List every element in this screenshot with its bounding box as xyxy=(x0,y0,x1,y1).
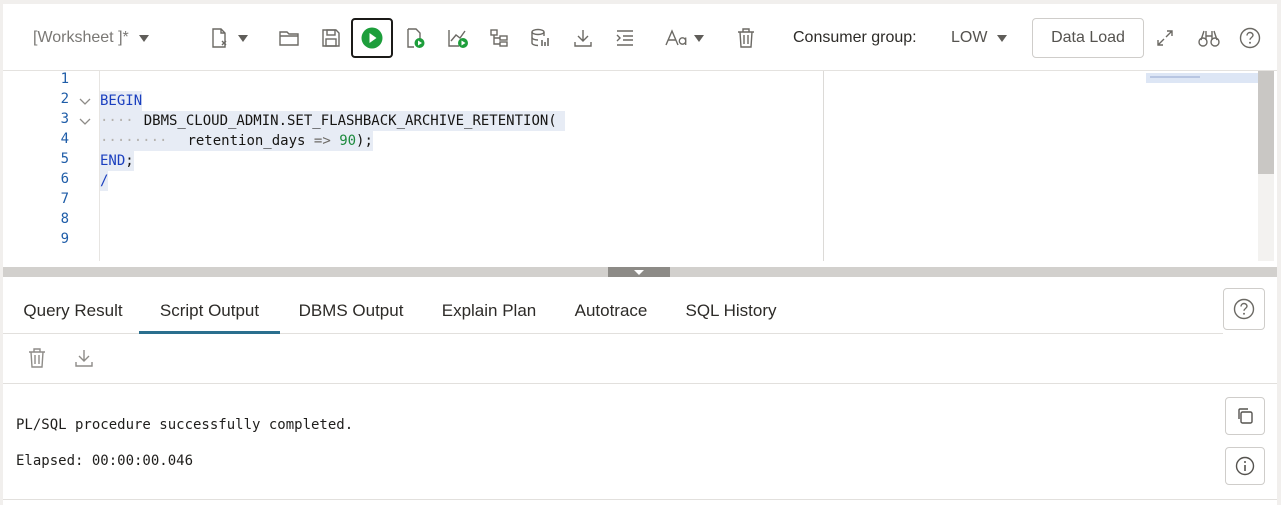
tab-explain-plan[interactable]: Explain Plan xyxy=(439,285,539,334)
tree-icon xyxy=(490,29,508,47)
copy-icon xyxy=(1238,408,1253,424)
print-margin xyxy=(823,71,824,261)
help-icon xyxy=(1239,27,1261,49)
number-literal: 90 xyxy=(339,133,357,149)
chevron-down-icon xyxy=(694,34,704,42)
slash-terminator: / xyxy=(100,173,109,189)
download-output-button[interactable] xyxy=(73,347,95,374)
download-button[interactable] xyxy=(569,18,597,58)
expand-icon xyxy=(1157,30,1173,46)
chevron-down-icon xyxy=(997,34,1008,42)
panel-help-button[interactable] xyxy=(1223,288,1265,330)
clear-output-button[interactable] xyxy=(27,347,47,374)
chevron-down-icon xyxy=(138,34,149,42)
keyword: BEGIN xyxy=(100,93,143,109)
line-number: 8 xyxy=(60,211,69,227)
open-button[interactable] xyxy=(275,18,303,58)
tab-script-output[interactable]: Script Output xyxy=(139,285,280,334)
autotrace-button[interactable] xyxy=(485,18,513,58)
save-button[interactable] xyxy=(317,18,345,58)
keyword: END xyxy=(100,153,126,169)
output-panel: Query Result Script Output DBMS Output E… xyxy=(3,285,1277,505)
run-script-icon xyxy=(407,28,425,48)
run-icon xyxy=(361,27,383,49)
parameter-name: retention_days xyxy=(187,133,306,149)
line-number: 4 xyxy=(60,131,69,147)
explain-plan-button[interactable] xyxy=(443,18,473,58)
font-size-icon xyxy=(665,29,687,46)
line-number: 7 xyxy=(60,191,69,207)
copy-output-button[interactable] xyxy=(1225,397,1265,435)
line-number: 5 xyxy=(60,151,69,167)
line-number: 9 xyxy=(60,231,69,247)
line-number: 6 xyxy=(60,171,69,187)
chevron-down-icon xyxy=(238,34,248,42)
database-chart-icon xyxy=(531,28,549,47)
format-button[interactable] xyxy=(611,18,639,58)
download-icon xyxy=(75,350,93,367)
explain-plan-icon xyxy=(448,30,468,48)
code-line: ···· DBMS_CLOUD_ADMIN.SET_FLASHBACK_ARCHI… xyxy=(100,111,566,131)
help-button[interactable] xyxy=(1238,18,1262,58)
tab-autotrace[interactable]: Autotrace xyxy=(569,285,653,334)
caret-down-icon xyxy=(634,269,644,275)
indent-icon xyxy=(616,30,633,46)
save-icon xyxy=(322,29,340,47)
output-line: Elapsed: 00:00:00.046 xyxy=(16,453,194,469)
text-case-button[interactable] xyxy=(659,18,709,58)
tab-dbms-output[interactable]: DBMS Output xyxy=(295,285,407,334)
sql-worksheet: [Worksheet ]* Consumer group: LOW Data L… xyxy=(3,4,1277,505)
punctuation: ); xyxy=(356,133,373,149)
find-button[interactable] xyxy=(1196,18,1222,58)
help-icon xyxy=(1233,298,1255,320)
output-toolbar xyxy=(3,334,1277,384)
worksheet-toolbar: [Worksheet ]* Consumer group: LOW Data L… xyxy=(3,4,1277,71)
output-tabs: Query Result Script Output DBMS Output E… xyxy=(3,285,1223,334)
procedure-call: DBMS_CLOUD_ADMIN.SET_FLASHBACK_ARCHIVE_R… xyxy=(143,113,557,129)
code-editor[interactable]: 1 2 3 4 5 6 7 8 9 BEGIN ···· DBMS_CLOUD_A… xyxy=(3,71,1277,261)
download-icon xyxy=(574,30,592,47)
divider xyxy=(3,499,1277,500)
info-button[interactable] xyxy=(1225,447,1265,485)
consumer-group-value: LOW xyxy=(951,29,988,46)
info-icon xyxy=(1235,456,1255,476)
run-statement-button[interactable] xyxy=(351,18,393,58)
code-line: BEGIN xyxy=(100,91,143,111)
sql-statistics-button[interactable] xyxy=(527,18,555,58)
folder-icon xyxy=(279,31,299,46)
new-worksheet-button[interactable] xyxy=(201,18,255,58)
consumer-group-select[interactable]: LOW xyxy=(951,18,1008,58)
code-line: / xyxy=(100,171,109,191)
line-number: 3 xyxy=(60,111,69,127)
consumer-group-label: Consumer group: xyxy=(793,29,917,46)
collapse-handle[interactable] xyxy=(608,267,670,277)
data-load-button[interactable]: Data Load xyxy=(1032,18,1144,58)
operator: => xyxy=(313,133,331,149)
run-script-button[interactable] xyxy=(401,18,429,58)
tab-query-result[interactable]: Query Result xyxy=(19,285,127,334)
line-number-gutter: 1 2 3 4 5 6 7 8 9 xyxy=(3,71,100,261)
trash-icon xyxy=(29,348,45,368)
binoculars-icon xyxy=(1198,30,1220,47)
code-line: ········ retention_days => 90); xyxy=(100,131,373,151)
clear-button[interactable] xyxy=(733,18,759,58)
fold-chevron-icon[interactable] xyxy=(79,94,91,112)
expand-button[interactable] xyxy=(1153,18,1177,58)
panel-splitter[interactable] xyxy=(3,267,1277,277)
punctuation: ; xyxy=(125,153,134,169)
trash-icon xyxy=(738,28,754,48)
minimap[interactable] xyxy=(1146,73,1258,83)
output-line: PL/SQL procedure successfully completed. xyxy=(16,417,354,433)
tab-sql-history[interactable]: SQL History xyxy=(683,285,779,334)
line-number: 1 xyxy=(60,71,69,87)
scrollbar-thumb[interactable] xyxy=(1258,71,1274,174)
worksheet-name: [Worksheet ]* xyxy=(33,29,129,46)
new-file-icon xyxy=(212,28,227,48)
code-line: END; xyxy=(100,151,134,171)
line-number: 2 xyxy=(60,91,69,107)
worksheet-selector[interactable]: [Worksheet ]* xyxy=(33,18,173,58)
fold-chevron-icon[interactable] xyxy=(79,114,91,132)
